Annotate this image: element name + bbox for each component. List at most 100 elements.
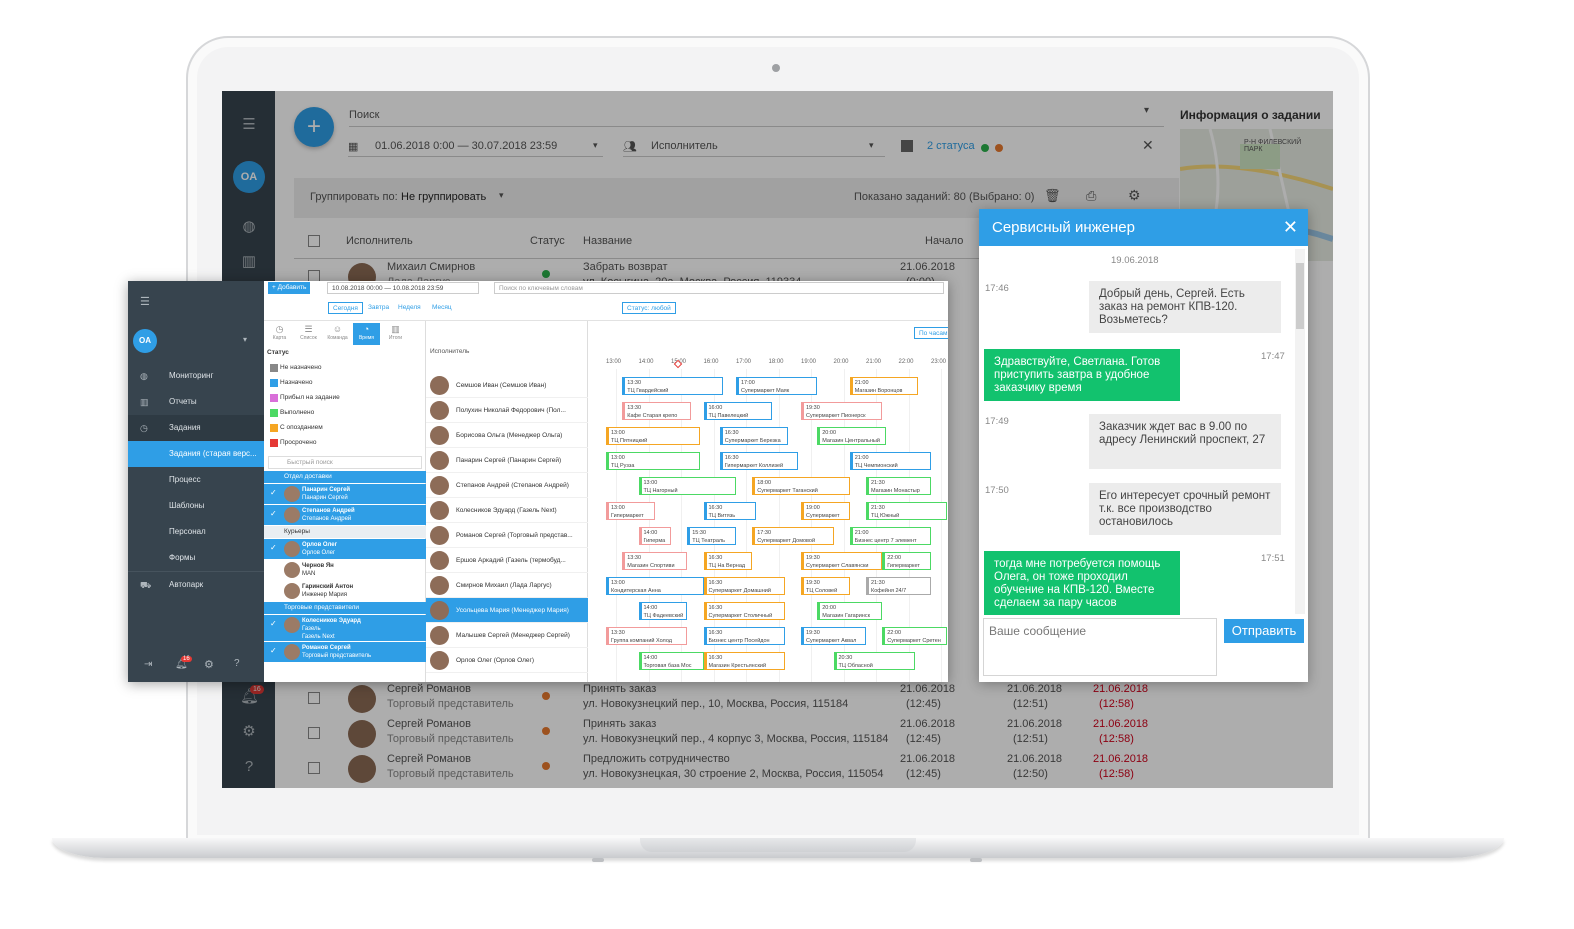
status-filter-item[interactable]: Прибыл на задание	[268, 391, 340, 405]
team-member[interactable]: ✓ Степанов Андрей Степанов Андрей	[264, 505, 426, 525]
task-block[interactable]: 13:30 Группа компаний Холод	[606, 627, 688, 645]
date-range-field[interactable]: 10.08.2018 00:00 — 10.08.2018 23:59	[327, 282, 479, 294]
task-block[interactable]: 16:30 Магазин Крестьянский	[703, 652, 785, 670]
task-block[interactable]: 17:00 Супермаркет Маяк	[736, 377, 818, 395]
team-member[interactable]: ✓ Орлов Олег Орлов Олег	[264, 539, 426, 559]
keyword-search-input[interactable]: Поиск по ключевым словам	[494, 282, 944, 294]
scrollbar-thumb[interactable]	[1296, 263, 1304, 329]
check-icon[interactable]	[270, 394, 278, 402]
group-header[interactable]: Курьеры	[264, 526, 426, 538]
task-block[interactable]: 16:00 ТЦ Павелецкий	[703, 402, 772, 420]
executor-row[interactable]: Колесников Эдуард (Газель Next)	[426, 498, 588, 523]
team-member[interactable]: Чернов Ян MAN	[264, 560, 426, 580]
task-block[interactable]: 13:30 Кафе Старая крепо	[622, 402, 691, 420]
task-block[interactable]: 20:30 ТЦ Облаcной	[833, 652, 915, 670]
check-icon[interactable]	[270, 424, 278, 432]
executor-row[interactable]: Панарин Сергей (Панарин Сергей)	[426, 448, 588, 473]
task-block[interactable]: 21:00 Бизнес центр 7 элемент	[849, 527, 931, 545]
task-block[interactable]: 19:30 Супермаркет Славянски	[801, 552, 883, 570]
task-block[interactable]: 13:00 ТЦ Рузза	[606, 452, 701, 470]
task-block[interactable]: 21:00 Магазин Воронцов	[849, 377, 918, 395]
quick-date-tab[interactable]: Сегодня	[328, 302, 363, 314]
task-block[interactable]: 13:30 Магазин Спортиви	[622, 552, 688, 570]
task-block[interactable]: 16:30 ТЦ На Вернад	[703, 552, 753, 570]
chat-scrollbar[interactable]	[1295, 249, 1305, 614]
executor-row[interactable]: Степанов Андрей (Степанов Андрей)	[426, 473, 588, 498]
menu-icon[interactable]: ☰	[140, 295, 150, 308]
add-button[interactable]: + Добавить	[268, 282, 311, 294]
by-hours-button[interactable]: По часам	[914, 327, 948, 339]
task-block[interactable]: 21:30 Магазин Монастыр	[866, 477, 931, 495]
task-block[interactable]: 19:30 Супермаркет Пионерск	[801, 402, 883, 420]
task-block[interactable]: 15:30 ТЦ Театраль	[687, 527, 736, 545]
task-block[interactable]: 14:00 Гиперма	[638, 527, 671, 545]
check-icon[interactable]	[270, 409, 278, 417]
task-block[interactable]: 21:30 Кофейня 24/7	[866, 577, 931, 595]
close-icon[interactable]: ✕	[1283, 209, 1298, 246]
status-filter-item[interactable]: Просрочено	[268, 436, 316, 450]
executor-row[interactable]: Романов Сергей (Торговый представ...	[426, 523, 588, 548]
task-block[interactable]: 21:00 ТЦ Чемпионский	[849, 452, 931, 470]
task-block[interactable]: 13:00 ТЦ Пятницкий	[606, 427, 701, 445]
team-member[interactable]: Гаринский Антон Инженер Мария	[264, 581, 426, 601]
task-block[interactable]: 16:30 Супермаркет Домашний	[703, 577, 785, 595]
nav-item[interactable]: Персонал	[128, 519, 264, 545]
task-block[interactable]: 14:00 Торговая база Мос	[638, 652, 704, 670]
executor-row[interactable]: Полухин Николай Федорович (Пол...	[426, 398, 588, 423]
quick-date-tab[interactable]: Месяц	[428, 302, 456, 314]
task-block[interactable]: 13:00 Кондитерская Анна	[606, 577, 704, 595]
task-block[interactable]: 16:30 Супермаркет Столичный	[703, 602, 785, 620]
nav-item[interactable]: ▥ Отчеты	[128, 389, 264, 415]
task-block[interactable]: 19:30 Супермаркет Аквал	[801, 627, 866, 645]
task-block[interactable]: 16:30 Бизнес центр Посейдон	[703, 627, 785, 645]
executor-row[interactable]: Ершов Аркадий (Газель (термобуд...	[426, 548, 588, 573]
executor-row[interactable]: Смирнов Михаил (Лада Ларгус)	[426, 573, 588, 598]
nav-item[interactable]: ◷ Задания	[128, 415, 264, 441]
executor-row[interactable]: Борисова Ольга (Менеджер Ольга)	[426, 423, 588, 448]
nav-item[interactable]: Процесс	[128, 467, 264, 493]
task-block[interactable]: 13:30 ТЦ Гвардейский	[622, 377, 723, 395]
team-member[interactable]: ✓ Панарин Сергей Панарин Сергей	[264, 484, 426, 504]
view-tab[interactable]: ◷ Карта	[266, 323, 293, 345]
task-block[interactable]: 21:30 ТЦ Южный	[866, 502, 948, 520]
task-block[interactable]: 22:00 Супермаркет Сретен	[882, 627, 948, 645]
executor-row[interactable]: Усольцева Мария (Менеджер Мария)	[426, 598, 588, 623]
check-icon[interactable]	[270, 364, 278, 372]
task-block[interactable]: 16:30 ТЦ Витязь	[703, 502, 756, 520]
group-header[interactable]: Отдел доставки	[264, 471, 426, 483]
nav-item[interactable]: Формы	[128, 545, 264, 571]
task-block[interactable]: 14:00 ТЦ Фадеевский	[638, 602, 688, 620]
nav-item[interactable]: Задания (старая верс...	[128, 441, 264, 467]
task-block[interactable]: 17:30 Супермаркет Домовой	[752, 527, 834, 545]
task-block[interactable]: 22:00 Гипермаркет	[882, 552, 931, 570]
executor-row[interactable]: Семшов Иван (Семшов Иван)	[426, 373, 588, 398]
task-block[interactable]: 18:00 Супермаркет Таганский	[752, 477, 850, 495]
task-block[interactable]: 19:00 Супермаркет	[801, 502, 850, 520]
task-block[interactable]: 13:00 Гипермаркет	[606, 502, 655, 520]
view-tab[interactable]: ▥ Итоги	[382, 323, 409, 345]
nav-item[interactable]: ⛟ Автопарк	[128, 571, 264, 597]
team-member[interactable]: ✓ Колесников Эдуард Газель Газель Next	[264, 615, 426, 641]
nav-item[interactable]: Шаблоны	[128, 493, 264, 519]
quick-date-tab[interactable]: Завтра	[364, 302, 393, 314]
view-tab[interactable]: ☺ Команда	[324, 323, 351, 345]
gear-icon[interactable]: ⚙	[204, 658, 214, 671]
status-filter-item[interactable]: Не назначено	[268, 361, 322, 375]
chevron-down-icon[interactable]: ▾	[243, 335, 247, 344]
task-block[interactable]: 20:00 Магазин Гагаринск	[817, 602, 883, 620]
task-block[interactable]: 16:30 Гипермаркет Коллизей	[719, 452, 798, 470]
group-header[interactable]: Торговые представители	[264, 602, 426, 614]
help-icon[interactable]: ?	[234, 658, 240, 669]
message-input[interactable]: Ваше сообщение	[983, 618, 1217, 676]
team-member[interactable]: ✓ Романов Сергей Торговый представитель	[264, 642, 426, 662]
check-icon[interactable]	[270, 439, 278, 447]
task-block[interactable]: 16:30 Супермаркет Березка	[719, 427, 788, 445]
send-button[interactable]: Отправить	[1224, 619, 1304, 643]
logout-icon[interactable]: ⇥	[144, 659, 152, 670]
quick-search-input[interactable]: Быстрый поиск	[268, 456, 422, 469]
executor-row[interactable]: Орлов Олег (Орлов Олег)	[426, 648, 588, 673]
check-icon[interactable]	[270, 379, 278, 387]
status-filter-item[interactable]: С опозданием	[268, 421, 323, 435]
avatar[interactable]: OA	[133, 329, 157, 353]
status-filter-item[interactable]: Назначено	[268, 376, 312, 390]
